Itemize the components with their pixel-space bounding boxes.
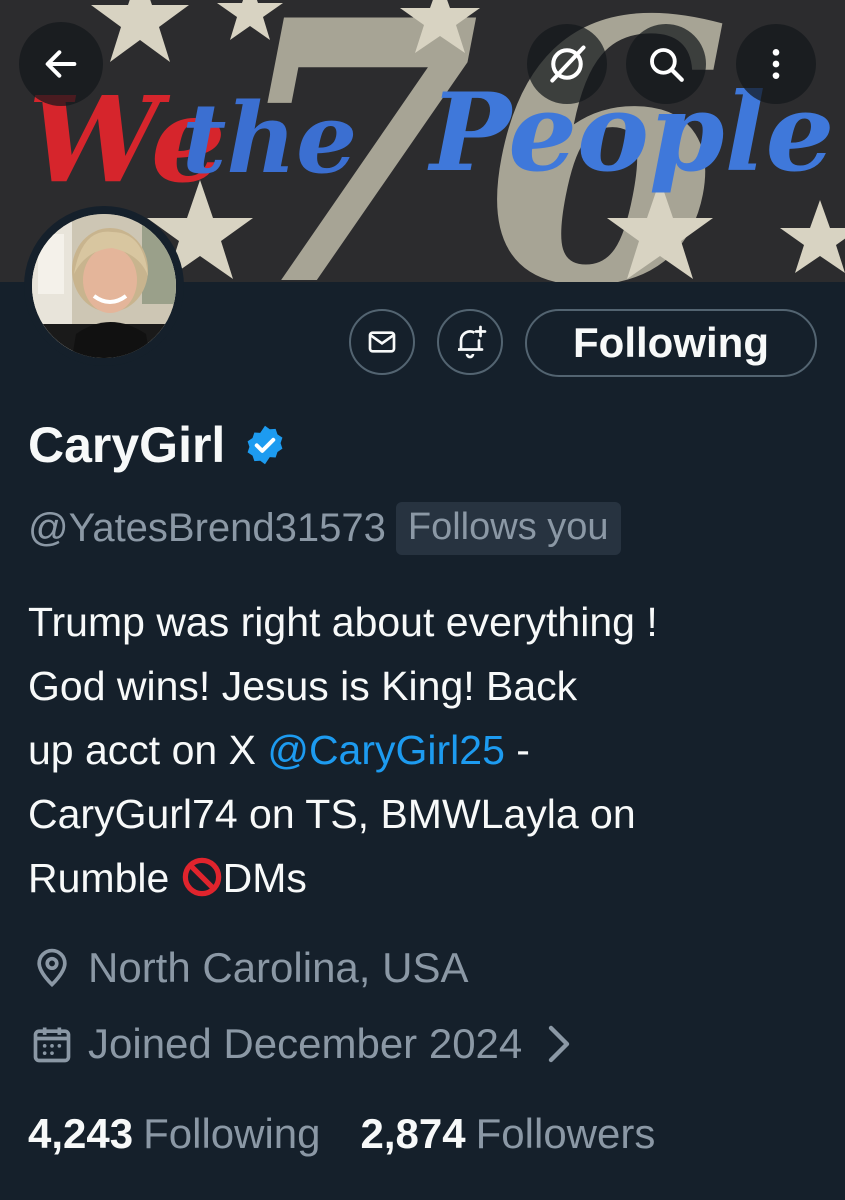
grok-icon: [550, 45, 586, 83]
location-row: North Carolina, USA: [30, 944, 468, 992]
location-text: North Carolina, USA: [88, 944, 469, 991]
message-button[interactable]: [349, 309, 415, 375]
bio-line: God wins! Jesus is King! Back: [28, 663, 578, 709]
search-button[interactable]: [626, 24, 706, 104]
bio-text: -: [504, 727, 530, 773]
followers-count: 2,874: [360, 1110, 466, 1157]
grok-button[interactable]: [527, 24, 607, 104]
following-button[interactable]: Following: [525, 309, 817, 377]
back-button[interactable]: [19, 22, 103, 106]
chevron-right-icon: [549, 1025, 570, 1063]
profile-bio: Trump was right about everything ! God w…: [28, 590, 828, 910]
bio-line: up acct on X @CaryGirl25 -: [28, 718, 828, 782]
handle-row: @YatesBrend31573 Follows you: [28, 502, 621, 555]
followers-label: Followers: [475, 1110, 656, 1157]
following-count: 4,243: [28, 1110, 134, 1157]
bio-line: Rumble DMs: [28, 846, 828, 910]
more-vertical-icon: [772, 49, 780, 79]
no-entry-sign-icon: [182, 857, 221, 897]
bio-text: DMs: [222, 855, 307, 901]
arrow-left-icon: [45, 50, 77, 78]
bio-text: up acct on X: [28, 727, 268, 773]
calendar-icon: [33, 1027, 71, 1063]
verified-badge-icon[interactable]: [243, 423, 287, 467]
bio-mention-link[interactable]: @CaryGirl25: [267, 727, 505, 773]
avatar[interactable]: [24, 206, 184, 366]
bio-text: Rumble: [28, 855, 181, 901]
more-button[interactable]: [736, 24, 816, 104]
location-pin-icon: [37, 948, 67, 988]
notifications-button[interactable]: [437, 309, 503, 375]
bio-line: Trump was right about everything !: [28, 599, 658, 645]
user-handle: @YatesBrend31573: [28, 506, 386, 550]
bio-line: CaryGurl74 on TS, BMWLayla on: [28, 791, 636, 837]
joined-row[interactable]: Joined December 2024: [30, 1020, 572, 1068]
follows-you-badge: Follows you: [395, 502, 621, 555]
envelope-icon: [368, 331, 396, 353]
search-icon: [650, 48, 684, 82]
display-name: CaryGirl: [28, 417, 226, 473]
name-row: CaryGirl: [28, 416, 287, 474]
followers-stat[interactable]: 2,874 Followers: [361, 1110, 656, 1158]
bell-plus-icon: [458, 325, 487, 359]
banner-text-the: the: [182, 82, 358, 195]
following-stat[interactable]: 4,243 Following: [28, 1110, 321, 1158]
avatar-photo: [32, 214, 176, 358]
follow-stats: 4,243 Following 2,874 Followers: [28, 1110, 655, 1158]
following-label: Following: [143, 1110, 321, 1157]
joined-text: Joined December 2024: [88, 1020, 523, 1067]
